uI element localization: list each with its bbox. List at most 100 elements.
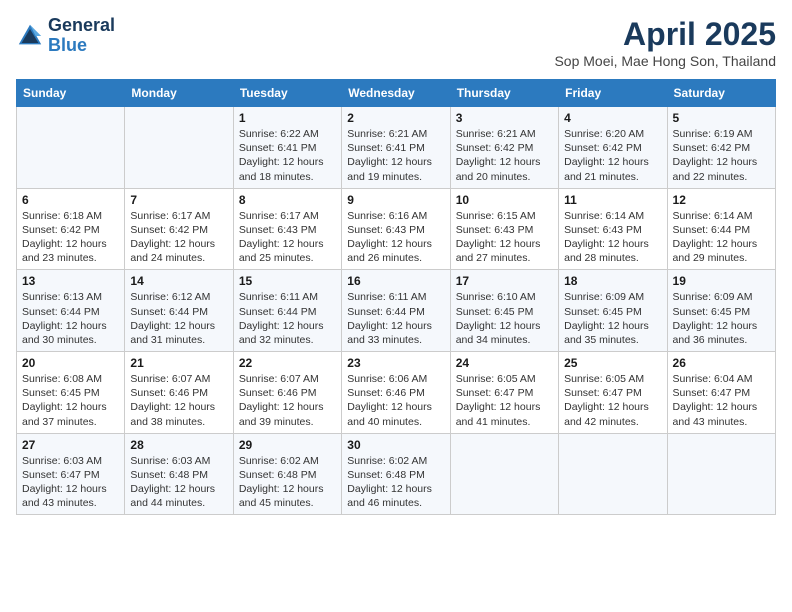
- page-header: General Blue April 2025 Sop Moei, Mae Ho…: [16, 16, 776, 69]
- day-number: 5: [673, 111, 770, 125]
- day-info: Sunrise: 6:20 AM Sunset: 6:42 PM Dayligh…: [564, 127, 661, 184]
- day-number: 28: [130, 438, 227, 452]
- day-number: 20: [22, 356, 119, 370]
- calendar-cell: 5 Sunrise: 6:19 AM Sunset: 6:42 PM Daylig…: [667, 107, 775, 189]
- week-row-2: 6 Sunrise: 6:18 AM Sunset: 6:42 PM Daylig…: [17, 188, 776, 270]
- calendar-cell: 30 Sunrise: 6:02 AM Sunset: 6:48 PM Dayli…: [342, 433, 450, 515]
- logo: General Blue: [16, 16, 115, 56]
- day-number: 21: [130, 356, 227, 370]
- calendar-header-row: SundayMondayTuesdayWednesdayThursdayFrid…: [17, 80, 776, 107]
- week-row-4: 20Sunrise: 6:08 AM Sunset: 6:45 PM Dayli…: [17, 352, 776, 434]
- calendar-cell: 22 Sunrise: 6:07 AM Sunset: 6:46 PM Dayli…: [233, 352, 341, 434]
- day-number: 10: [456, 193, 553, 207]
- calendar-cell: 14Sunrise: 6:12 AM Sunset: 6:44 PM Dayli…: [125, 270, 233, 352]
- title-block: April 2025 Sop Moei, Mae Hong Son, Thail…: [554, 16, 776, 69]
- day-number: 18: [564, 274, 661, 288]
- calendar-cell: 4 Sunrise: 6:20 AM Sunset: 6:42 PM Daylig…: [559, 107, 667, 189]
- day-number: 4: [564, 111, 661, 125]
- day-info: Sunrise: 6:06 AM Sunset: 6:46 PM Dayligh…: [347, 372, 444, 429]
- day-number: 15: [239, 274, 336, 288]
- calendar-cell: [17, 107, 125, 189]
- day-info: Sunrise: 6:10 AM Sunset: 6:45 PM Dayligh…: [456, 290, 553, 347]
- calendar-cell: 6 Sunrise: 6:18 AM Sunset: 6:42 PM Daylig…: [17, 188, 125, 270]
- col-header-tuesday: Tuesday: [233, 80, 341, 107]
- day-number: 27: [22, 438, 119, 452]
- day-info: Sunrise: 6:21 AM Sunset: 6:41 PM Dayligh…: [347, 127, 444, 184]
- day-info: Sunrise: 6:11 AM Sunset: 6:44 PM Dayligh…: [347, 290, 444, 347]
- day-number: 17: [456, 274, 553, 288]
- day-info: Sunrise: 6:05 AM Sunset: 6:47 PM Dayligh…: [456, 372, 553, 429]
- day-number: 9: [347, 193, 444, 207]
- calendar-cell: 19Sunrise: 6:09 AM Sunset: 6:45 PM Dayli…: [667, 270, 775, 352]
- col-header-friday: Friday: [559, 80, 667, 107]
- week-row-3: 13 Sunrise: 6:13 AM Sunset: 6:44 PM Dayli…: [17, 270, 776, 352]
- day-info: Sunrise: 6:18 AM Sunset: 6:42 PM Dayligh…: [22, 209, 119, 266]
- day-info: Sunrise: 6:07 AM Sunset: 6:46 PM Dayligh…: [130, 372, 227, 429]
- day-number: 22: [239, 356, 336, 370]
- calendar-cell: 26 Sunrise: 6:04 AM Sunset: 6:47 PM Dayli…: [667, 352, 775, 434]
- day-number: 29: [239, 438, 336, 452]
- day-info: Sunrise: 6:09 AM Sunset: 6:45 PM Dayligh…: [564, 290, 661, 347]
- logo-general: General: [48, 16, 115, 36]
- calendar-cell: 24 Sunrise: 6:05 AM Sunset: 6:47 PM Dayli…: [450, 352, 558, 434]
- day-info: Sunrise: 6:02 AM Sunset: 6:48 PM Dayligh…: [347, 454, 444, 511]
- day-number: 6: [22, 193, 119, 207]
- calendar-cell: 3 Sunrise: 6:21 AM Sunset: 6:42 PM Daylig…: [450, 107, 558, 189]
- col-header-saturday: Saturday: [667, 80, 775, 107]
- day-info: Sunrise: 6:17 AM Sunset: 6:42 PM Dayligh…: [130, 209, 227, 266]
- day-number: 24: [456, 356, 553, 370]
- day-info: Sunrise: 6:05 AM Sunset: 6:47 PM Dayligh…: [564, 372, 661, 429]
- day-number: 26: [673, 356, 770, 370]
- calendar-cell: 18 Sunrise: 6:09 AM Sunset: 6:45 PM Dayli…: [559, 270, 667, 352]
- calendar-cell: 11Sunrise: 6:14 AM Sunset: 6:43 PM Dayli…: [559, 188, 667, 270]
- logo-icon: [16, 22, 44, 50]
- calendar-cell: 1Sunrise: 6:22 AM Sunset: 6:41 PM Daylig…: [233, 107, 341, 189]
- calendar-cell: 16 Sunrise: 6:11 AM Sunset: 6:44 PM Dayli…: [342, 270, 450, 352]
- calendar-cell: 27Sunrise: 6:03 AM Sunset: 6:47 PM Dayli…: [17, 433, 125, 515]
- calendar-cell: 7 Sunrise: 6:17 AM Sunset: 6:42 PM Daylig…: [125, 188, 233, 270]
- day-info: Sunrise: 6:17 AM Sunset: 6:43 PM Dayligh…: [239, 209, 336, 266]
- calendar-cell: 25Sunrise: 6:05 AM Sunset: 6:47 PM Dayli…: [559, 352, 667, 434]
- day-number: 16: [347, 274, 444, 288]
- calendar-cell: 23 Sunrise: 6:06 AM Sunset: 6:46 PM Dayli…: [342, 352, 450, 434]
- day-info: Sunrise: 6:21 AM Sunset: 6:42 PM Dayligh…: [456, 127, 553, 184]
- day-info: Sunrise: 6:02 AM Sunset: 6:48 PM Dayligh…: [239, 454, 336, 511]
- calendar-cell: 29 Sunrise: 6:02 AM Sunset: 6:48 PM Dayli…: [233, 433, 341, 515]
- logo-text: General Blue: [48, 16, 115, 56]
- location-title: Sop Moei, Mae Hong Son, Thailand: [554, 53, 776, 69]
- calendar-cell: [450, 433, 558, 515]
- day-number: 13: [22, 274, 119, 288]
- day-info: Sunrise: 6:11 AM Sunset: 6:44 PM Dayligh…: [239, 290, 336, 347]
- calendar-cell: 28 Sunrise: 6:03 AM Sunset: 6:48 PM Dayli…: [125, 433, 233, 515]
- day-number: 8: [239, 193, 336, 207]
- day-info: Sunrise: 6:07 AM Sunset: 6:46 PM Dayligh…: [239, 372, 336, 429]
- month-title: April 2025: [554, 16, 776, 53]
- calendar-cell: [125, 107, 233, 189]
- calendar-cell: 9 Sunrise: 6:16 AM Sunset: 6:43 PM Daylig…: [342, 188, 450, 270]
- col-header-thursday: Thursday: [450, 80, 558, 107]
- calendar-cell: 12Sunrise: 6:14 AM Sunset: 6:44 PM Dayli…: [667, 188, 775, 270]
- calendar-cell: 13 Sunrise: 6:13 AM Sunset: 6:44 PM Dayli…: [17, 270, 125, 352]
- day-number: 7: [130, 193, 227, 207]
- day-info: Sunrise: 6:15 AM Sunset: 6:43 PM Dayligh…: [456, 209, 553, 266]
- day-info: Sunrise: 6:14 AM Sunset: 6:43 PM Dayligh…: [564, 209, 661, 266]
- day-number: 1: [239, 111, 336, 125]
- calendar-cell: 8 Sunrise: 6:17 AM Sunset: 6:43 PM Daylig…: [233, 188, 341, 270]
- calendar-table: SundayMondayTuesdayWednesdayThursdayFrid…: [16, 79, 776, 515]
- day-info: Sunrise: 6:16 AM Sunset: 6:43 PM Dayligh…: [347, 209, 444, 266]
- day-info: Sunrise: 6:03 AM Sunset: 6:48 PM Dayligh…: [130, 454, 227, 511]
- day-info: Sunrise: 6:19 AM Sunset: 6:42 PM Dayligh…: [673, 127, 770, 184]
- calendar-cell: [667, 433, 775, 515]
- calendar-cell: 15 Sunrise: 6:11 AM Sunset: 6:44 PM Dayli…: [233, 270, 341, 352]
- col-header-sunday: Sunday: [17, 80, 125, 107]
- col-header-monday: Monday: [125, 80, 233, 107]
- day-number: 2: [347, 111, 444, 125]
- calendar-cell: 2 Sunrise: 6:21 AM Sunset: 6:41 PM Daylig…: [342, 107, 450, 189]
- day-info: Sunrise: 6:13 AM Sunset: 6:44 PM Dayligh…: [22, 290, 119, 347]
- calendar-cell: 21 Sunrise: 6:07 AM Sunset: 6:46 PM Dayli…: [125, 352, 233, 434]
- day-info: Sunrise: 6:04 AM Sunset: 6:47 PM Dayligh…: [673, 372, 770, 429]
- week-row-1: 1Sunrise: 6:22 AM Sunset: 6:41 PM Daylig…: [17, 107, 776, 189]
- day-number: 30: [347, 438, 444, 452]
- day-number: 23: [347, 356, 444, 370]
- day-number: 3: [456, 111, 553, 125]
